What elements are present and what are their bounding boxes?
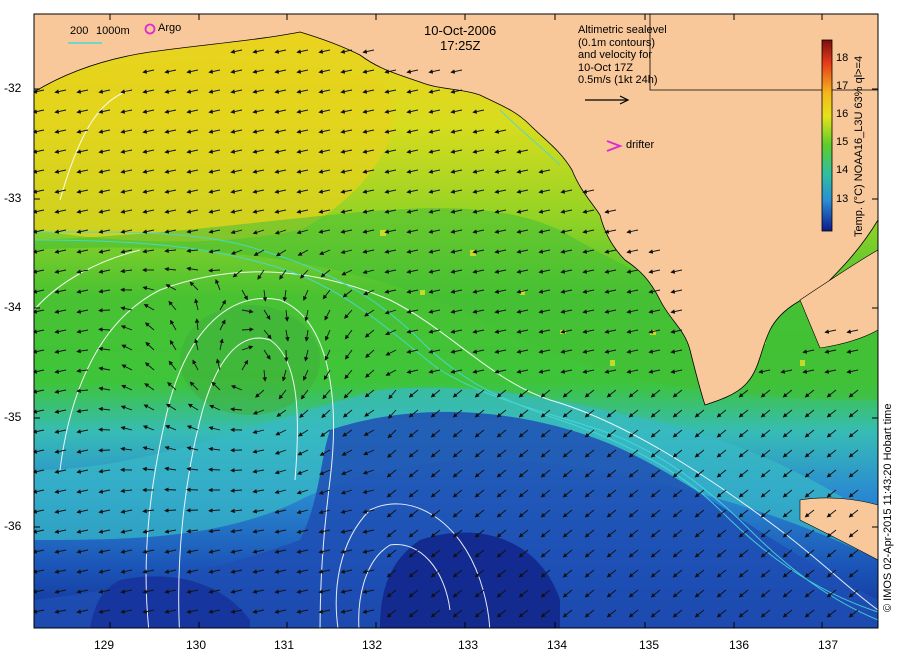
lon-label: 131 [274, 638, 295, 652]
velocity-arrow [230, 468, 243, 473]
altimetry-line: (0.1m contours) [578, 36, 656, 49]
colorbar [821, 39, 833, 232]
colorbar-tick: 16 [836, 108, 849, 120]
colorbar-tick: 18 [836, 52, 849, 64]
lon-label: 137 [818, 638, 839, 652]
colorbar-tick: 13 [836, 193, 849, 205]
lat-label: -35 [4, 410, 22, 424]
map-date: 10-Oct-2006 [424, 23, 497, 38]
altimetry-line: 10-Oct 17Z [578, 61, 634, 74]
velocity-arrow [208, 467, 221, 472]
velocity-arrow [98, 448, 111, 453]
colorbar-tick: 17 [836, 80, 849, 92]
velocity-arrow [98, 427, 111, 432]
argo-label: Argo [158, 22, 182, 34]
lon-label: 133 [458, 638, 479, 652]
velocity-arrow [186, 508, 199, 513]
lon-label: 135 [639, 638, 660, 652]
colorbar-label: Temp. (°C) NOAA16_L3U 63% ql>=4 [853, 55, 865, 237]
velocity-arrow [98, 308, 111, 313]
altimetry-line: and velocity for [578, 49, 652, 61]
lat-label: -36 [4, 519, 22, 533]
lat-label: -34 [4, 300, 22, 314]
lon-label: 134 [547, 638, 568, 652]
lon-label: 132 [362, 638, 383, 652]
altimetry-line: 0.5m/s (1kt 24h) [578, 74, 658, 86]
lon-label: 136 [729, 638, 750, 652]
lon-label: 129 [94, 638, 115, 652]
depth-200-label: 200 [70, 25, 89, 37]
credit-text: © IMOS 02-Apr-2015 11:43:20 Hobart time [882, 403, 894, 612]
altimetry-legend: Altimetric sealevel (0.1m contours) and … [578, 24, 667, 87]
map-figure [33, 13, 879, 629]
map-time: 17:25Z [440, 38, 481, 53]
colorbar-tick: 15 [836, 136, 849, 148]
depth-1000-label: 1000m [96, 25, 130, 37]
altimetry-line: Altimetric sealevel [578, 24, 667, 36]
lon-label: 130 [186, 638, 207, 652]
lat-label: -32 [4, 81, 22, 95]
velocity-arrow [164, 487, 177, 492]
drifter-label: drifter [626, 139, 655, 151]
lat-label: -33 [4, 191, 22, 205]
colorbar-tick: 14 [836, 164, 849, 176]
